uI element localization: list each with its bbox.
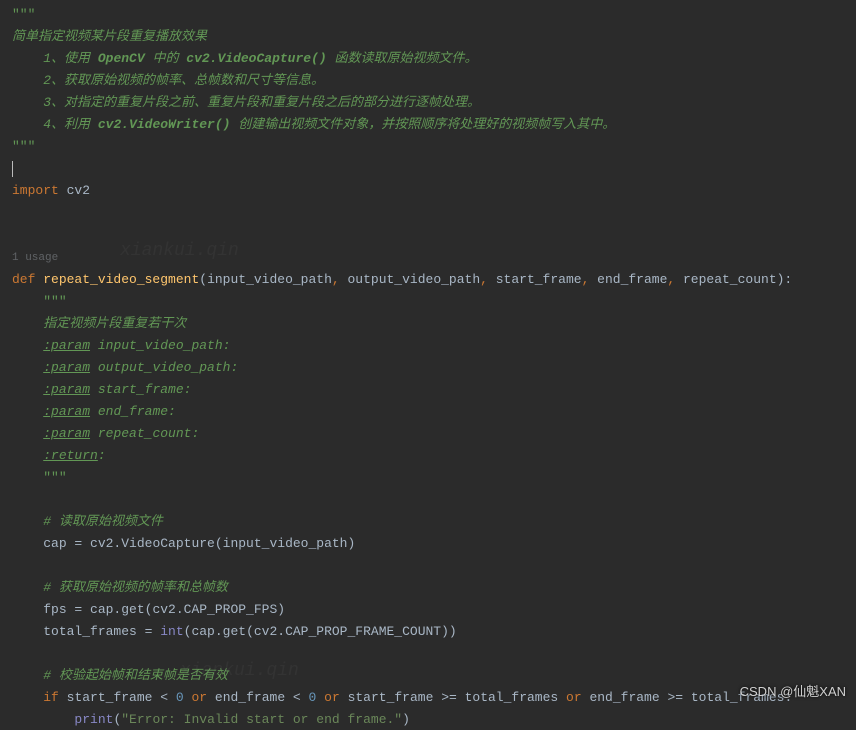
doc-tag-param: :param [43, 382, 90, 397]
doc-tag-param: :param [43, 338, 90, 353]
comment: # 获取原始视频的帧率和总帧数 [43, 580, 228, 595]
doc-text: 函数读取原始视频文件。 [327, 51, 478, 66]
list-num: 4、 [43, 117, 64, 132]
builtin-print: print [74, 712, 113, 727]
doc-param-name: output_video_path: [98, 360, 238, 375]
module-name: cv2 [67, 183, 90, 198]
usage-hint[interactable]: 1 usage [12, 252, 58, 264]
assign-op: = [67, 602, 90, 617]
keyword-if: if [43, 690, 59, 705]
doc-text: 对指定的重复片段之前、重复片段和重复片段之后的部分进行逐帧处理。 [64, 95, 480, 110]
doc-api: OpenCV [98, 51, 145, 66]
doc-text: 获取原始视频的帧率、总帧数和尺寸等信息。 [64, 73, 324, 88]
docstring-close: """ [12, 139, 35, 154]
expression: (cap.get(cv2.CAP_PROP_FRAME_COUNT)) [184, 624, 457, 639]
param: input_video_path [207, 272, 332, 287]
variable: cap [43, 536, 66, 551]
list-num: 1、 [43, 51, 64, 66]
paren-open: ( [113, 712, 121, 727]
param: end_frame [597, 272, 667, 287]
doc-colon: : [98, 448, 106, 463]
number-literal: 0 [309, 690, 317, 705]
expr: start_frame < [67, 690, 176, 705]
variable: total_frames [43, 624, 137, 639]
variable: fps [43, 602, 66, 617]
doc-param-name [90, 338, 98, 353]
assign-op: = [67, 536, 90, 551]
doc-text: 利用 [64, 117, 98, 132]
param: start_frame [496, 272, 582, 287]
editor-gutter [0, 0, 8, 713]
function-name: repeat_video_segment [43, 272, 199, 287]
doc-tag-param: :param [43, 426, 90, 441]
list-num: 3、 [43, 95, 64, 110]
doc-param-name: input_video_path: [98, 338, 231, 353]
param: output_video_path [348, 272, 481, 287]
comment: # 校验起始帧和结束帧是否有效 [43, 668, 228, 683]
keyword-or: or [191, 690, 207, 705]
doc-param-name: start_frame: [98, 382, 192, 397]
keyword-or: or [566, 690, 582, 705]
list-num: 2、 [43, 73, 64, 88]
expr: start_frame >= total_frames [348, 690, 559, 705]
doc-tag-param: :param [43, 404, 90, 419]
assign-op: = [137, 624, 160, 639]
paren-close: ) [402, 712, 410, 727]
csdn-watermark: CSDN @仙魁XAN [740, 681, 846, 703]
docstring-open: """ [12, 7, 35, 22]
doc-param-name: repeat_count: [98, 426, 199, 441]
doc-tag-param: :param [43, 360, 90, 375]
doc-api: cv2.VideoWriter() [98, 117, 231, 132]
expression: cap.get(cv2.CAP_PROP_FPS) [90, 602, 285, 617]
expression: cv2.VideoCapture(input_video_path) [90, 536, 355, 551]
keyword-or: or [324, 690, 340, 705]
number-literal: 0 [176, 690, 184, 705]
docstring-title: 指定视频片段重复若干次 [43, 316, 186, 331]
doc-text: 中的 [145, 51, 187, 66]
param: repeat_count [683, 272, 777, 287]
keyword-import: import [12, 183, 59, 198]
doc-tag-return: :return [43, 448, 98, 463]
docstring-close: """ [43, 470, 66, 485]
docstring-open: """ [43, 294, 66, 309]
builtin-int: int [160, 624, 183, 639]
keyword-def: def [12, 272, 35, 287]
string-literal: "Error: Invalid start or end frame." [121, 712, 402, 727]
docstring-title: 简单指定视频某片段重复播放效果 [12, 29, 207, 44]
doc-param-name: end_frame: [98, 404, 176, 419]
code-editor[interactable]: """ 简单指定视频某片段重复播放效果 1、使用 OpenCV 中的 cv2.V… [0, 0, 856, 730]
doc-api: cv2.VideoCapture() [186, 51, 326, 66]
doc-text: 创建输出视频文件对象，并按照顺序将处理好的视频帧写入其中。 [230, 117, 615, 132]
doc-text: 使用 [64, 51, 98, 66]
expr: end_frame < [215, 690, 309, 705]
text-caret [12, 161, 13, 177]
comment: # 读取原始视频文件 [43, 514, 163, 529]
